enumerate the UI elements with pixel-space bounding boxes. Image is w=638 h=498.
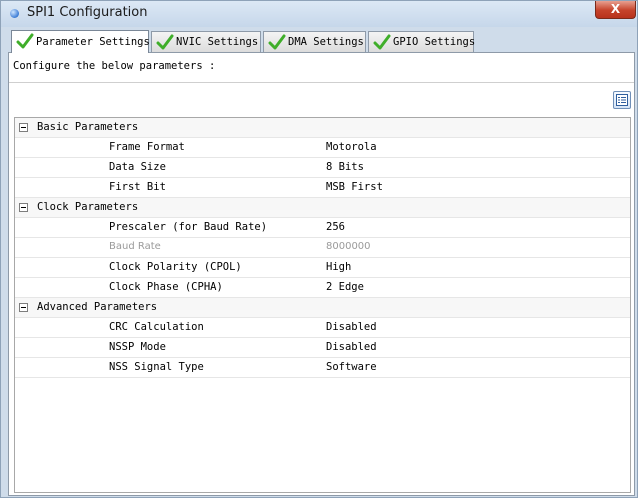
close-button[interactable]: X: [595, 1, 636, 19]
collapse-minus-icon[interactable]: [19, 123, 28, 132]
tab-label: NVIC Settings: [176, 36, 259, 48]
param-row-clock-polarity: Clock Polarity (CPOL) High: [15, 258, 630, 278]
param-row-prescaler: Prescaler (for Baud Rate) 256: [15, 218, 630, 238]
spi1-configuration-window: SPI1 Configuration X Parameter Settings …: [0, 0, 638, 498]
param-name: Clock Polarity (CPOL): [109, 261, 242, 273]
collapse-minus-icon[interactable]: [19, 303, 28, 312]
tab-parameter-settings[interactable]: Parameter Settings: [11, 30, 150, 53]
param-name: Frame Format: [109, 141, 185, 153]
param-name: Baud Rate: [109, 241, 161, 252]
param-row-nssp-mode: NSSP Mode Disabled: [15, 338, 630, 358]
param-row-nss-signal-type: NSS Signal Type Software: [15, 358, 630, 378]
param-row-data-size: Data Size 8 Bits: [15, 158, 630, 178]
param-value[interactable]: 256: [326, 221, 626, 237]
tab-label: GPIO Settings: [393, 36, 476, 48]
panel-description: Configure the below parameters :: [13, 60, 216, 72]
param-value[interactable]: Motorola: [326, 141, 626, 157]
tab-nvic-settings[interactable]: NVIC Settings: [151, 31, 261, 52]
divider: [9, 82, 634, 83]
param-value[interactable]: Disabled: [326, 341, 626, 357]
param-row-frame-format: Frame Format Motorola: [15, 138, 630, 158]
group-label: Clock Parameters: [37, 201, 139, 213]
param-row-baud-rate: Baud Rate 8000000: [15, 238, 630, 258]
param-row-first-bit: First Bit MSB First: [15, 178, 630, 198]
param-name: NSSP Mode: [109, 341, 166, 353]
tab-gpio-settings[interactable]: GPIO Settings: [368, 31, 476, 52]
checkmark-icon: [268, 34, 286, 50]
param-row-crc-calculation: CRC Calculation Disabled: [15, 318, 630, 338]
app-icon: [10, 9, 19, 18]
title-bar: SPI1 Configuration X: [1, 1, 637, 27]
tab-dma-settings[interactable]: DMA Settings: [263, 31, 366, 52]
list-view-button[interactable]: [613, 91, 631, 109]
group-clock-parameters[interactable]: Clock Parameters: [15, 198, 630, 218]
param-value[interactable]: 2 Edge: [326, 281, 626, 297]
parameter-settings-panel: Configure the below parameters : Basic P…: [8, 52, 635, 496]
param-value[interactable]: Software: [326, 361, 626, 377]
group-advanced-parameters[interactable]: Advanced Parameters: [15, 298, 630, 318]
tab-label: DMA Settings: [288, 36, 364, 48]
collapse-minus-icon[interactable]: [19, 203, 28, 212]
checkmark-icon: [156, 34, 174, 50]
tab-label: Parameter Settings: [36, 36, 150, 48]
parameters-table: Basic Parameters Frame Format Motorola D…: [14, 117, 631, 493]
checkmark-icon: [373, 34, 391, 50]
param-value[interactable]: MSB First: [326, 181, 626, 197]
param-name: Prescaler (for Baud Rate): [109, 221, 268, 233]
group-label: Basic Parameters: [37, 121, 139, 133]
param-value: 8000000: [326, 241, 371, 252]
param-name: First Bit: [109, 181, 166, 193]
param-name: CRC Calculation: [109, 321, 204, 333]
group-label: Advanced Parameters: [37, 301, 158, 313]
param-value[interactable]: Disabled: [326, 321, 626, 337]
param-name: Clock Phase (CPHA): [109, 281, 223, 293]
group-basic-parameters[interactable]: Basic Parameters: [15, 118, 630, 138]
list-view-icon: [616, 94, 628, 106]
param-value[interactable]: 8 Bits: [326, 161, 626, 177]
param-value[interactable]: High: [326, 261, 626, 277]
param-row-clock-phase: Clock Phase (CPHA) 2 Edge: [15, 278, 630, 298]
checkmark-icon: [16, 33, 34, 49]
param-name: Data Size: [109, 161, 166, 173]
window-title: SPI1 Configuration: [27, 5, 148, 20]
param-name: NSS Signal Type: [109, 361, 204, 373]
